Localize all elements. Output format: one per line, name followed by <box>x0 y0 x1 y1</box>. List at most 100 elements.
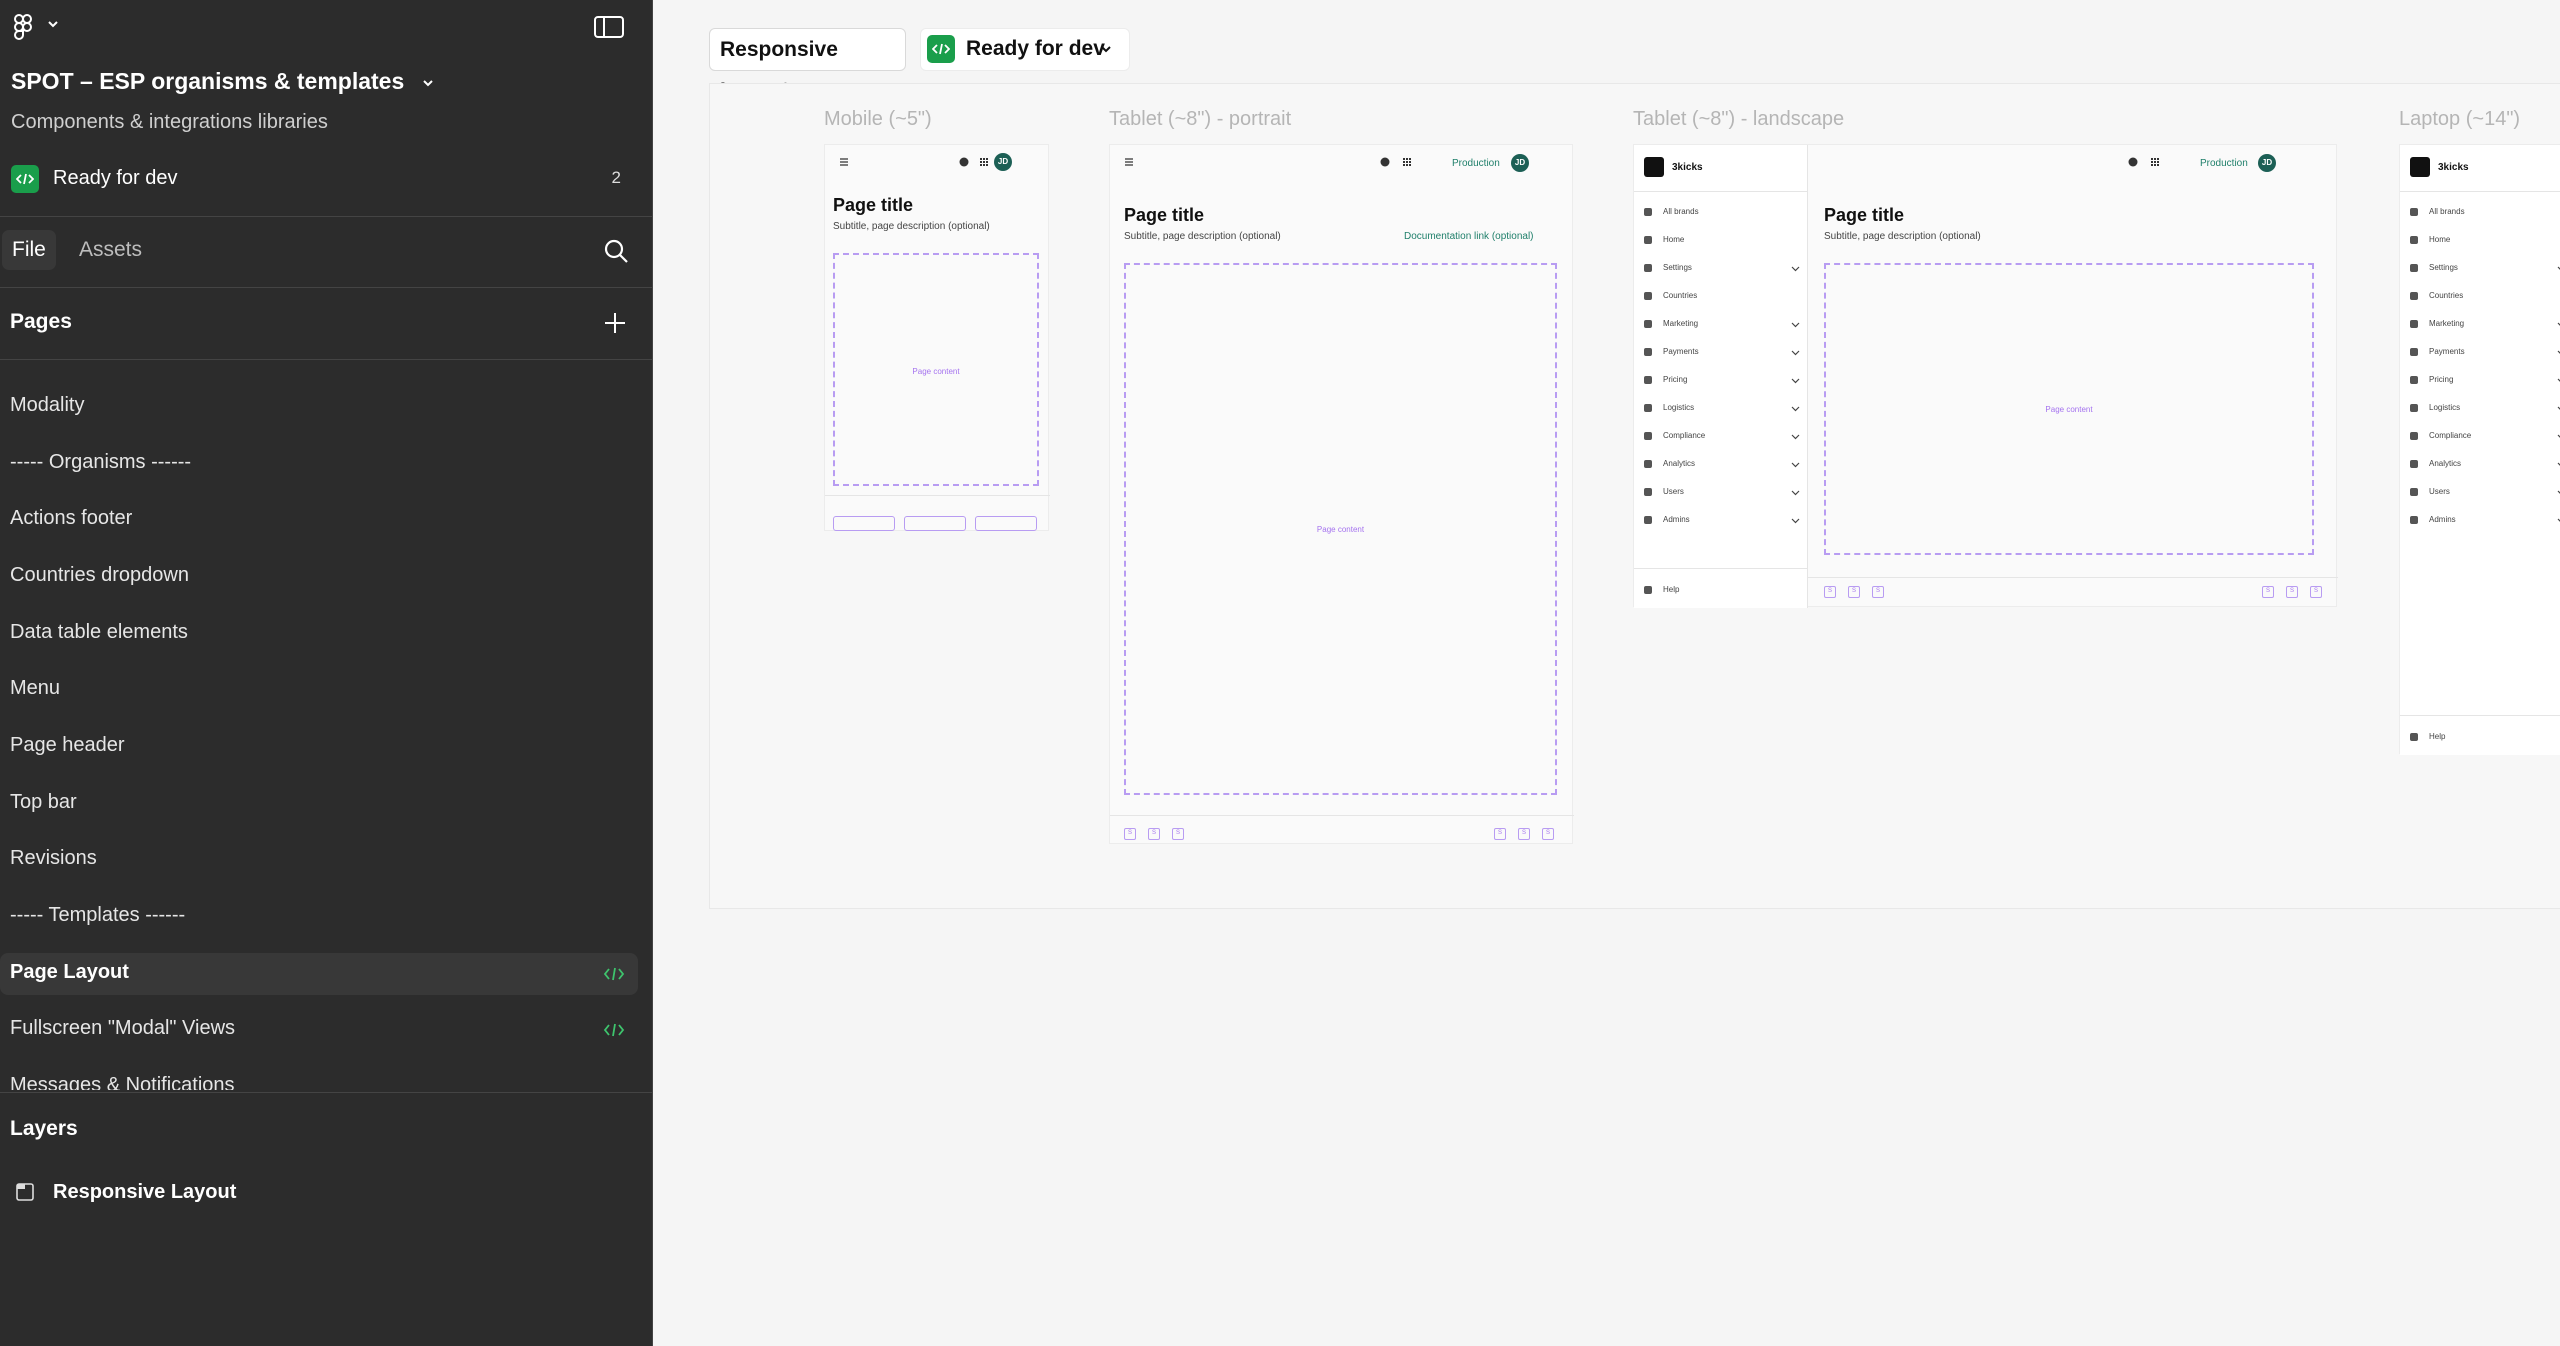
page-item-templates-separator[interactable]: ----- Templates ------ <box>0 896 638 938</box>
breakpoint-label-tablet-portrait[interactable]: Tablet (~8") - portrait <box>1109 108 1291 131</box>
page-item-revisions[interactable]: Revisions <box>0 839 638 881</box>
pages-list: Modality ----- Organisms ------ Actions … <box>0 380 653 1090</box>
chevron-down-icon <box>1791 462 1800 468</box>
footer-button-s: S <box>1518 828 1530 840</box>
page-label: Actions footer <box>10 507 133 529</box>
divider <box>0 216 653 217</box>
page-item-actions-footer[interactable]: Actions footer <box>0 499 638 541</box>
chevron-down-icon <box>1791 266 1800 272</box>
help-icon <box>2128 157 2138 167</box>
frame-name-chip[interactable]: Responsive Layout <box>709 28 906 102</box>
ready-for-dev-row[interactable]: Ready for dev 2 <box>11 165 641 195</box>
page-label: Data table elements <box>10 621 188 643</box>
chip-label: Ready for dev <box>966 37 1105 60</box>
breakpoint-label-tablet-landscape[interactable]: Tablet (~8") - landscape <box>1633 108 1844 131</box>
chevron-down-icon <box>1791 350 1800 356</box>
page-item-menu[interactable]: Menu <box>0 669 638 711</box>
footer-button-s: S <box>1124 828 1136 840</box>
chevron-down-icon <box>1791 434 1800 440</box>
page-label: ----- Templates ------ <box>10 904 186 926</box>
divider <box>1634 191 1808 192</box>
page-item-organisms-separator[interactable]: ----- Organisms ------ <box>0 443 638 485</box>
brand-logo <box>2410 157 2430 177</box>
design-canvas[interactable]: Responsive Layout Ready for dev Mobile (… <box>653 0 2560 1346</box>
divider <box>0 359 653 360</box>
page-label: Messages & Notifications <box>10 1074 235 1090</box>
chevron-down-icon <box>1791 518 1800 524</box>
tablet-landscape-frame[interactable]: 3kicks All brands Home Settings Countrie… <box>1633 144 2338 608</box>
footer-button-s: S <box>1494 828 1506 840</box>
footer-button-s: S <box>1172 828 1184 840</box>
divider <box>2400 715 2560 716</box>
file-title[interactable]: SPOT – ESP organisms & templates <box>11 68 404 95</box>
page-title: Page title <box>1124 205 1205 225</box>
footer-divider <box>825 495 1050 496</box>
ready-for-dev-icon <box>603 1023 625 1037</box>
hamburger-menu-icon <box>1125 158 1133 166</box>
footer-action-button <box>975 516 1037 531</box>
breakpoint-label-mobile[interactable]: Mobile (~5") <box>824 108 932 131</box>
responsive-layout-section[interactable]: Mobile (~5") Tablet (~8") - portrait Tab… <box>709 83 2560 909</box>
layers-header: Layers <box>10 1117 78 1140</box>
ready-for-dev-icon <box>603 967 625 981</box>
footer-button-s: S <box>2286 586 2298 598</box>
tab-assets[interactable]: Assets <box>79 230 142 270</box>
breakpoint-label-laptop[interactable]: Laptop (~14") <box>2399 108 2520 131</box>
page-title: Page title <box>1824 205 1905 225</box>
sidebar-toolbar <box>0 0 653 54</box>
file-subtitle: Components & integrations libraries <box>11 111 328 133</box>
page-label: Revisions <box>10 847 97 869</box>
toggle-sidebar-icon[interactable] <box>593 14 625 40</box>
chevron-down-icon <box>1791 322 1800 328</box>
page-content-placeholder: Page content <box>1824 263 2314 555</box>
page-item-countries-dropdown[interactable]: Countries dropdown <box>0 556 638 598</box>
help-icon <box>1380 157 1390 167</box>
page-item-page-header[interactable]: Page header <box>0 726 638 768</box>
file-menu-chevron-icon[interactable] <box>420 76 436 90</box>
page-item-data-table-elements[interactable]: Data table elements <box>0 613 638 655</box>
divider <box>0 287 653 288</box>
page-label: Modality <box>10 394 85 416</box>
page-item-modality[interactable]: Modality <box>0 386 638 428</box>
footer-action-button <box>833 516 895 531</box>
page-item-fullscreen-modal-views[interactable]: Fullscreen "Modal" Views <box>0 1009 638 1051</box>
page-content-label: Page content <box>2045 405 2093 414</box>
dev-mode-icon <box>927 35 955 63</box>
footer-action-button <box>904 516 966 531</box>
page-subtitle: Subtitle, page description (optional) <box>833 221 990 232</box>
sidebar-tabs: File Assets <box>0 224 653 280</box>
status-count: 2 <box>611 168 621 187</box>
page-item-top-bar[interactable]: Top bar <box>0 783 638 825</box>
footer-button-s: S <box>1848 586 1860 598</box>
page-subtitle: Subtitle, page description (optional) <box>1124 231 1281 242</box>
left-sidebar: SPOT – ESP organisms & templates Compone… <box>0 0 653 1346</box>
footer-divider <box>1110 815 1574 816</box>
page-label: Page Layout <box>10 961 129 983</box>
brand-name: 3kicks <box>2438 162 2469 173</box>
footer-button-s: S <box>2262 586 2274 598</box>
status-label: Ready for dev <box>53 167 178 189</box>
page-item-messages-notifications[interactable]: Messages & Notifications <box>0 1066 638 1090</box>
user-avatar: JD <box>994 153 1012 171</box>
chevron-down-icon[interactable] <box>1099 43 1113 55</box>
apps-grid-icon <box>1403 158 1411 166</box>
page-label: Page header <box>10 734 125 756</box>
mobile-frame[interactable]: JD Page title Subtitle, page description… <box>824 144 1050 531</box>
figma-logo-icon[interactable] <box>13 14 35 40</box>
page-item-page-layout[interactable]: Page Layout <box>0 953 638 995</box>
footer-button-s: S <box>1148 828 1160 840</box>
section-frame-icon <box>16 1183 34 1201</box>
tablet-portrait-frame[interactable]: Production JD Page title Subtitle, page … <box>1109 144 1574 844</box>
page-label: ----- Organisms ------ <box>10 451 192 473</box>
layer-item-responsive-layout[interactable]: Responsive Layout <box>0 1172 653 1214</box>
pages-header: Pages <box>10 310 72 333</box>
add-page-icon[interactable] <box>602 310 628 336</box>
ready-for-dev-chip[interactable]: Ready for dev <box>920 28 1130 71</box>
laptop-frame[interactable]: 3kicks All brands Home Settings Countrie… <box>2399 144 2560 755</box>
search-icon[interactable] <box>602 237 630 265</box>
page-content-placeholder: Page content <box>833 253 1039 486</box>
environment-label: Production <box>1452 158 1500 169</box>
tab-file[interactable]: File <box>2 230 56 270</box>
nav-sidebar: 3kicks All brands Home Settings Countrie… <box>2400 145 2560 755</box>
main-menu-chevron-icon[interactable] <box>46 17 60 31</box>
